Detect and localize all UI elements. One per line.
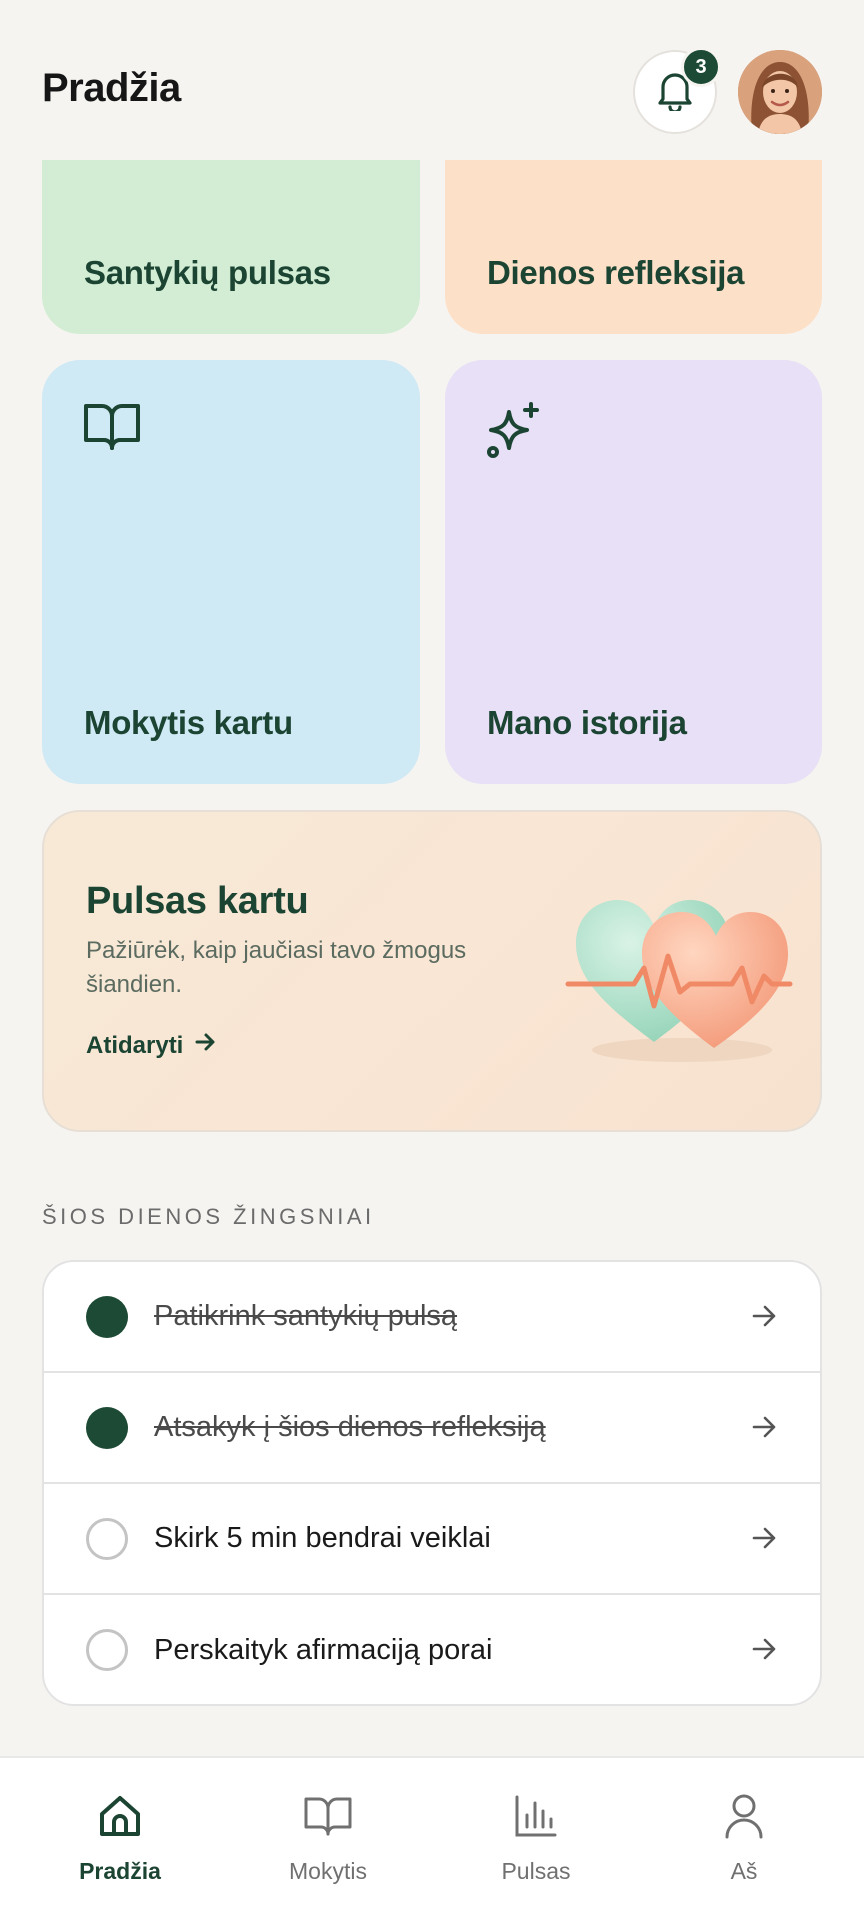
list-item[interactable]: Atsakyk į šios dienos refleksiją [44, 1373, 820, 1484]
top-header: Pradžia 3 [0, 0, 864, 160]
promo-title: Pulsas kartu [86, 880, 309, 922]
tile-label: Santykių pulsas [84, 254, 331, 291]
tile-learn-together[interactable]: Mokytis kartu [42, 360, 420, 784]
notification-badge: 3 [681, 47, 721, 87]
home-icon [96, 1788, 144, 1844]
step-label: Skirk 5 min bendrai veiklai [154, 1522, 491, 1554]
step-label: Patikrink santykių pulsą [154, 1300, 458, 1332]
tile-label: Mano istorija [487, 704, 687, 741]
home-screen: Santykių pulsas Dienos refleksija Mokyti… [0, 0, 864, 1920]
checkbox-unchecked[interactable] [86, 1518, 128, 1560]
list-item[interactable]: Patikrink santykių pulsą [44, 1262, 820, 1373]
open-link[interactable]: Atidaryti [86, 1030, 217, 1061]
step-label: Perskaityk afirmaciją porai [154, 1634, 493, 1666]
bar-chart-icon [513, 1788, 559, 1844]
promo-description: Pažiūrėk, kaip jaučiasi tavo žmogus šian… [86, 937, 467, 998]
person-icon [724, 1788, 764, 1844]
step-label: Atsakyk į šios dienos refleksiją [154, 1411, 546, 1443]
tile-label: Mokytis kartu [84, 704, 293, 741]
arrow-right-icon [750, 1302, 778, 1335]
arrow-right-icon [750, 1635, 778, 1668]
tile-my-story[interactable]: Mano istorija [445, 360, 822, 784]
checkbox-checked[interactable] [86, 1407, 128, 1449]
nav-label: Pulsas [501, 1858, 571, 1884]
nav-item-learn[interactable]: Mokytis [220, 1758, 436, 1920]
arrow-right-icon [750, 1524, 778, 1557]
arrow-right-icon [193, 1030, 217, 1061]
bottom-navigation: Pradžia Mokytis Pulsas Aš [0, 1756, 864, 1920]
checkbox-checked[interactable] [86, 1296, 128, 1338]
page-title: Pradžia [42, 66, 181, 110]
arrow-right-icon [750, 1413, 778, 1446]
nav-item-pulse[interactable]: Pulsas [428, 1758, 644, 1920]
list-item[interactable]: Skirk 5 min bendrai veiklai [44, 1484, 820, 1595]
list-item[interactable]: Perskaityk afirmaciją porai [44, 1595, 820, 1704]
nav-item-home[interactable]: Pradžia [12, 1758, 228, 1920]
nav-label: Mokytis [289, 1858, 367, 1884]
nav-item-me[interactable]: Aš [636, 1758, 852, 1920]
daily-steps-list: Patikrink santykių pulsą Atsakyk į šios … [42, 1260, 822, 1706]
avatar[interactable] [738, 50, 822, 134]
nav-label: Pradžia [79, 1858, 161, 1884]
nav-label: Aš [730, 1858, 758, 1884]
book-icon [303, 1788, 353, 1844]
hearts-illustration [564, 872, 794, 1072]
sparkles-icon [485, 400, 545, 465]
tile-label: Dienos refleksija [487, 254, 745, 291]
pulse-together-card[interactable]: Pulsas kartu Pažiūrėk, kaip jaučiasi tav… [42, 810, 822, 1132]
section-heading: ŠIOS DIENOS ŽINGSNIAI [42, 1204, 375, 1229]
checkbox-unchecked[interactable] [86, 1629, 128, 1671]
open-book-icon [82, 400, 142, 459]
open-link-label: Atidaryti [86, 1031, 184, 1059]
